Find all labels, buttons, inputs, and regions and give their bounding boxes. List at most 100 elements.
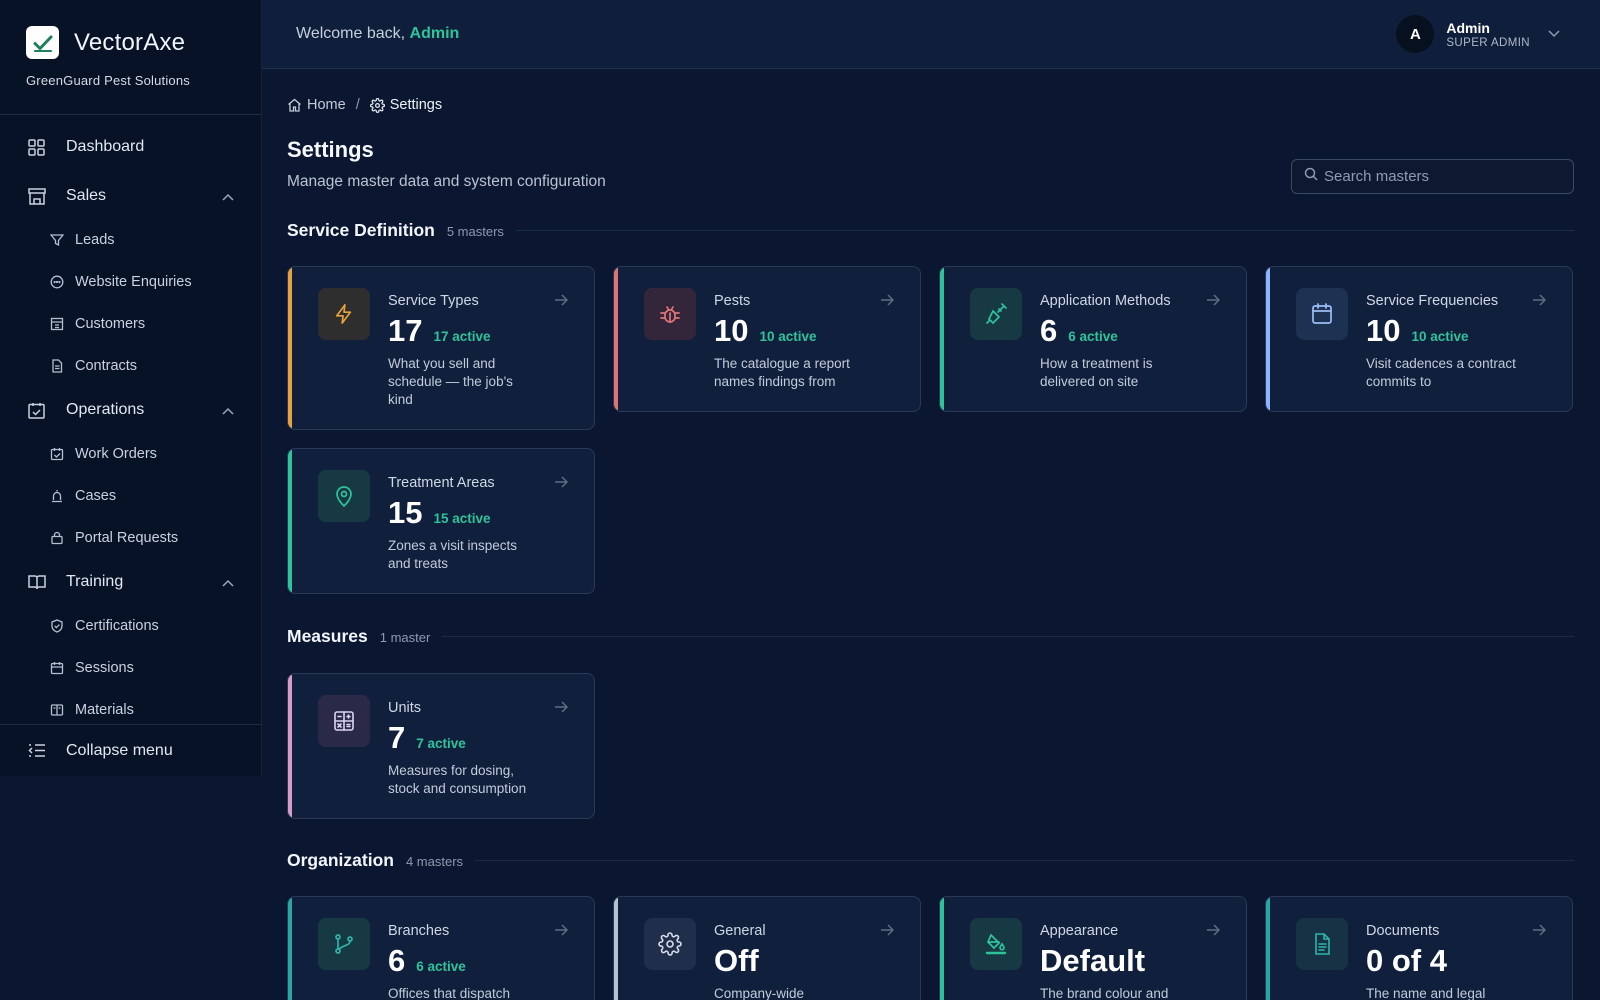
card-name: Pests xyxy=(714,293,751,309)
search-input[interactable] xyxy=(1324,168,1564,185)
card-active-count: 7 active xyxy=(416,736,466,751)
calendar-icon xyxy=(1296,288,1348,340)
arrow-right-icon xyxy=(1206,293,1221,311)
sidebar-item-label: Materials xyxy=(75,702,134,718)
sidebar-item-operations[interactable]: Operations xyxy=(0,388,262,432)
sidebar-item-label: Dashboard xyxy=(66,138,145,155)
section-title: Service Definition xyxy=(287,220,435,240)
card-branches[interactable]: Branches 6 6 active Offices that dispatch xyxy=(287,896,595,1000)
grid-icon xyxy=(28,137,48,157)
card-stat: 17 17 active xyxy=(388,313,491,349)
avatar[interactable]: A xyxy=(1396,15,1435,53)
sidebar-item-cases[interactable]: Cases xyxy=(0,475,262,517)
sidebar-item-sales[interactable]: Sales xyxy=(0,174,262,218)
collapse-menu-icon xyxy=(28,741,48,761)
sidebar-item-certifications[interactable]: Certifications xyxy=(0,605,262,647)
book-icon xyxy=(28,572,48,592)
sidebar-item-dashboard[interactable]: Dashboard xyxy=(0,128,262,169)
card-treatment-areas[interactable]: Treatment Areas 15 15 active Zones a visi… xyxy=(287,448,595,594)
arrow-right-icon xyxy=(880,923,895,941)
funnel-icon xyxy=(50,232,66,248)
card-count: 10 xyxy=(1366,313,1401,348)
user-info: Admin SUPER ADMIN xyxy=(1446,20,1530,49)
arrow-right-icon xyxy=(554,293,569,311)
card-appearance[interactable]: Appearance Default The brand colour and xyxy=(939,896,1247,1000)
sidebar-item-materials[interactable]: Materials xyxy=(0,689,262,722)
bolt-icon xyxy=(318,288,370,340)
section-organization: Organization 4 masters xyxy=(287,850,1574,871)
sidebar-item-contracts[interactable]: Contracts xyxy=(0,345,262,387)
card-accent-bar xyxy=(288,897,292,1000)
card-pests[interactable]: Pests 10 10 active The catalogue a report… xyxy=(613,266,921,412)
section-divider xyxy=(442,636,1574,637)
card-count: Off xyxy=(714,943,759,978)
welcome-name: Admin xyxy=(409,25,460,42)
card-name: Treatment Areas xyxy=(388,475,495,491)
section-count: 4 masters xyxy=(405,854,464,869)
card-count: 7 xyxy=(388,720,406,755)
breadcrumb: Home / Settings xyxy=(287,97,442,113)
arrow-right-icon xyxy=(1532,293,1547,311)
card-description: The brand colour and xyxy=(1040,986,1169,1000)
card-count: 15 xyxy=(388,495,423,530)
section-title: Organization xyxy=(287,850,394,870)
sidebar-nav: Dashboard Sales Leads Website Enquiries … xyxy=(0,128,262,722)
card-stat: 10 10 active xyxy=(714,313,817,349)
inbox-icon xyxy=(50,530,66,546)
section-title: Measures xyxy=(287,626,368,646)
card-stat: 15 15 active xyxy=(388,495,491,531)
brand-name: VectorAxe xyxy=(74,28,186,56)
chevron-up-icon[interactable] xyxy=(222,574,234,592)
welcome-message: Welcome back, Admin xyxy=(296,25,459,43)
card-active-count: 10 active xyxy=(759,329,817,344)
chat-icon xyxy=(50,274,66,290)
brand: VectorAxe GreenGuard Pest Solutions xyxy=(0,0,261,115)
search-icon xyxy=(1304,167,1318,186)
collapse-menu-label: Collapse menu xyxy=(66,741,173,759)
arrow-right-icon xyxy=(1532,923,1547,941)
chevron-down-icon[interactable] xyxy=(1548,25,1560,43)
bug-icon xyxy=(644,288,696,340)
breadcrumb-separator: / xyxy=(355,97,360,113)
card-description: Zones a visit inspects and treats xyxy=(388,538,518,571)
brand-logo-icon[interactable] xyxy=(26,26,59,59)
breadcrumb-home[interactable]: Home xyxy=(307,97,346,113)
sidebar-item-portal-requests[interactable]: Portal Requests xyxy=(0,517,262,559)
card-count: 10 xyxy=(714,313,749,348)
user-menu[interactable]: A Admin SUPER ADMIN xyxy=(1396,15,1560,53)
card-service-types[interactable]: Service Types 17 17 active What you sell … xyxy=(287,266,595,430)
arrow-right-icon xyxy=(554,475,569,493)
syringe-icon xyxy=(970,288,1022,340)
sidebar-item-customers[interactable]: Customers xyxy=(0,303,262,345)
sidebar-item-website-enquiries[interactable]: Website Enquiries xyxy=(0,261,262,303)
sidebar-item-sessions[interactable]: Sessions xyxy=(0,647,262,689)
sidebar-item-leads[interactable]: Leads xyxy=(0,219,262,261)
card-stat: 6 6 active xyxy=(1040,313,1118,349)
chevron-up-icon[interactable] xyxy=(222,402,234,420)
card-count: 17 xyxy=(388,313,423,348)
card-name: Documents xyxy=(1366,923,1440,939)
card-general[interactable]: General Off Company-wide xyxy=(613,896,921,1000)
sidebar-item-label: Leads xyxy=(75,232,115,248)
sidebar-item-work-orders[interactable]: Work Orders xyxy=(0,433,262,475)
sidebar-item-label: Operations xyxy=(66,401,145,418)
card-accent-bar xyxy=(940,267,944,411)
card-description: Visit cadences a contract commits to xyxy=(1366,356,1516,389)
collapse-menu-button[interactable]: Collapse menu xyxy=(0,724,262,776)
chevron-up-icon[interactable] xyxy=(222,188,234,206)
top-bar: Welcome back, Admin A Admin SUPER ADMIN xyxy=(262,0,1600,69)
breadcrumb-current: Settings xyxy=(389,97,443,113)
sidebar-item-label: Sales xyxy=(66,187,107,204)
card-count: 6 xyxy=(1040,313,1058,348)
sidebar-item-training[interactable]: Training xyxy=(0,560,262,604)
section-count: 1 master xyxy=(379,630,431,645)
card-service-frequencies[interactable]: Service Frequencies 10 10 active Visit ca… xyxy=(1265,266,1573,412)
user-role: SUPER ADMIN xyxy=(1446,36,1530,49)
card-documents[interactable]: Documents 0 of 4 The name and legal xyxy=(1265,896,1573,1000)
card-description: The catalogue a report names findings fr… xyxy=(714,356,850,389)
card-units[interactable]: Units 7 7 active Measures for dosing, sto… xyxy=(287,673,595,819)
page-title: Settings xyxy=(287,137,374,162)
search-box[interactable] xyxy=(1291,159,1574,194)
sidebar-item-label: Contracts xyxy=(75,358,138,374)
card-application-methods[interactable]: Application Methods 6 6 active How a trea… xyxy=(939,266,1247,412)
